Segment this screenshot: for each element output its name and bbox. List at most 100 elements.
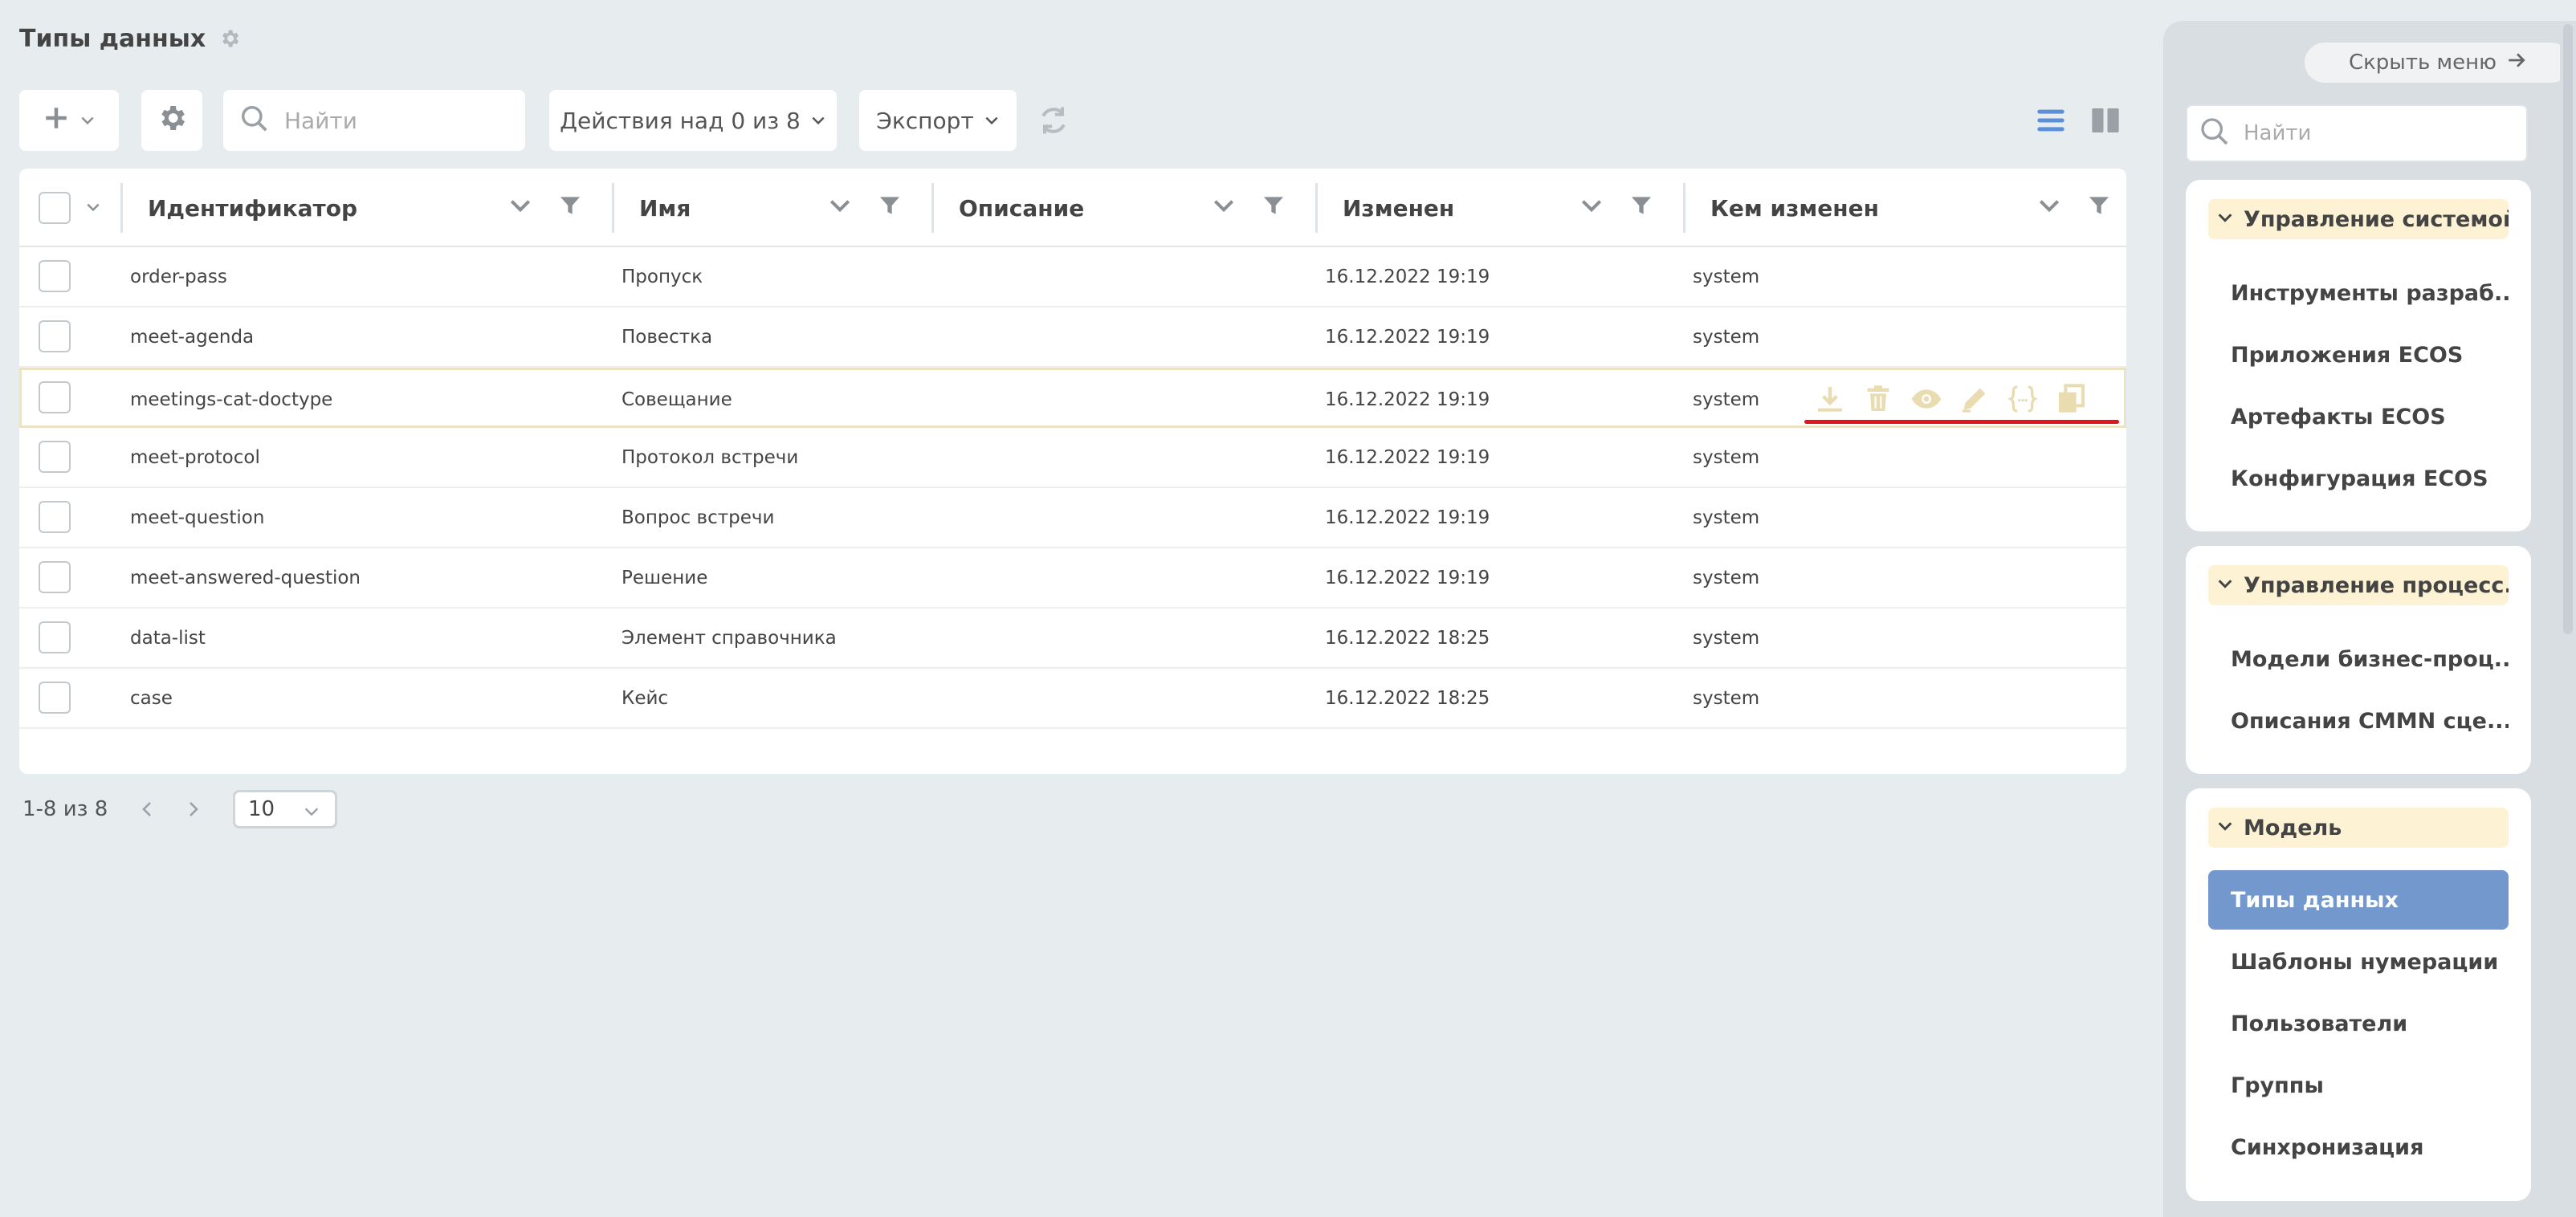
search-icon <box>2199 116 2231 151</box>
settings-gear-icon[interactable] <box>218 27 241 50</box>
select-menu-chevron-icon[interactable] <box>85 199 101 218</box>
row-checkbox[interactable] <box>39 320 71 352</box>
cell-modified: 16.12.2022 19:19 <box>1325 326 1490 348</box>
sort-chevron-icon[interactable] <box>1579 193 1604 222</box>
search-field[interactable] <box>223 90 525 151</box>
cell-id: meet-answered-question <box>130 567 361 588</box>
sidebar-item-dev-tools[interactable]: Инструменты разраб... <box>2208 263 2509 323</box>
filter-icon[interactable] <box>1628 193 1654 222</box>
cell-name: Протокол встречи <box>622 446 799 468</box>
scrollbar-thumb[interactable] <box>2563 24 2573 634</box>
cell-name: Элемент справочника <box>622 627 837 649</box>
filter-icon[interactable] <box>1261 193 1286 222</box>
export-button[interactable]: Экспорт <box>859 90 1017 151</box>
row-checkbox[interactable] <box>39 621 71 653</box>
table-settings-button[interactable] <box>141 90 202 151</box>
column-header-id[interactable]: Идентификатор <box>148 169 357 247</box>
pencil-icon[interactable] <box>1958 383 1991 415</box>
row-checkbox[interactable] <box>39 682 71 714</box>
row-checkbox[interactable] <box>39 381 71 413</box>
column-header-name[interactable]: Имя <box>639 169 691 247</box>
filter-icon[interactable] <box>557 193 583 222</box>
table-header: Идентификатор Имя Описание Изменен Кем и… <box>19 169 2126 247</box>
preview-view-icon[interactable] <box>2089 104 2122 136</box>
group-actions-button[interactable]: Действия над 0 из 8 <box>549 90 837 151</box>
next-page-icon[interactable] <box>183 800 202 822</box>
cell-modified-by: system <box>1693 627 1760 649</box>
trash-icon[interactable] <box>1862 383 1894 415</box>
sidebar-group-title: Управление процесс... <box>2244 572 2509 598</box>
sort-chevron-icon[interactable] <box>507 193 533 222</box>
cell-name: Пропуск <box>622 266 703 287</box>
row-checkbox[interactable] <box>39 441 71 473</box>
row-checkbox[interactable] <box>39 561 71 593</box>
table-row[interactable]: meet-protocol Протокол встречи 16.12.202… <box>19 428 2126 488</box>
cell-modified-by: system <box>1693 266 1760 287</box>
hide-menu-button[interactable]: Скрыть меню <box>2305 43 2571 83</box>
sidebar-item-users[interactable]: Пользователи <box>2208 994 2509 1053</box>
table-row[interactable]: meet-agenda Повестка 16.12.2022 19:19 sy… <box>19 307 2126 368</box>
sidebar-scrollbar[interactable] <box>2560 21 2576 1217</box>
data-types-table: Идентификатор Имя Описание Изменен Кем и… <box>19 169 2126 774</box>
cell-modified: 16.12.2022 18:25 <box>1325 687 1490 709</box>
column-label: Имя <box>639 194 691 222</box>
cell-modified: 16.12.2022 19:19 <box>1325 266 1490 287</box>
cell-id: data-list <box>130 627 206 649</box>
json-braces-icon[interactable] <box>2007 383 2039 415</box>
create-button[interactable] <box>19 90 119 151</box>
column-header-modified-by[interactable]: Кем изменен <box>1710 169 1879 247</box>
column-header-modified[interactable]: Изменен <box>1343 169 1454 247</box>
sidebar-item-cmmn[interactable]: Описания CMMN сце... <box>2208 691 2509 751</box>
sidebar-search-field[interactable] <box>2186 104 2528 162</box>
column-controls <box>1211 193 1286 222</box>
cell-modified: 16.12.2022 18:25 <box>1325 627 1490 649</box>
list-view-icon[interactable] <box>2035 104 2067 136</box>
sidebar-item-ecos-config[interactable]: Конфигурация ECOS <box>2208 449 2509 508</box>
sidebar-item-sync[interactable]: Синхронизация <box>2208 1117 2509 1177</box>
page-size-select[interactable]: 10 <box>233 790 337 828</box>
chevron-down-icon <box>810 108 826 134</box>
row-checkbox[interactable] <box>39 260 71 292</box>
table-row[interactable]: case Кейс 16.12.2022 18:25 system <box>19 669 2126 729</box>
copy-icon[interactable] <box>2055 383 2087 415</box>
row-checkbox[interactable] <box>39 501 71 533</box>
page-title: Типы данных <box>19 24 206 53</box>
sidebar-item-bpm-models[interactable]: Модели бизнес-проц... <box>2208 629 2509 689</box>
column-header-description[interactable]: Описание <box>959 169 1084 247</box>
chevron-down-icon <box>2216 207 2234 232</box>
cell-id: meetings-cat-doctype <box>130 389 333 410</box>
sort-chevron-icon[interactable] <box>1211 193 1237 222</box>
table-row[interactable]: meet-answered-question Решение 16.12.202… <box>19 548 2126 608</box>
sidebar-item-data-types[interactable]: Типы данных <box>2208 870 2509 930</box>
table-row[interactable]: order-pass Пропуск 16.12.2022 19:19 syst… <box>19 247 2126 307</box>
refresh-icon[interactable] <box>1036 103 1071 138</box>
sidebar-item-numbering-templates[interactable]: Шаблоны нумерации <box>2208 932 2509 991</box>
eye-icon[interactable] <box>1910 383 1942 415</box>
hide-menu-label: Скрыть меню <box>2348 51 2497 75</box>
sidebar-item-groups[interactable]: Группы <box>2208 1056 2509 1115</box>
sidebar-group-header[interactable]: Управление системой <box>2208 199 2509 239</box>
sidebar-item-ecos-artifacts[interactable]: Артефакты ECOS <box>2208 387 2509 446</box>
table-row[interactable]: meet-question Вопрос встречи 16.12.2022 … <box>19 488 2126 548</box>
sidebar-item-ecos-apps[interactable]: Приложения ECOS <box>2208 325 2509 385</box>
table-row-hovered[interactable]: meetings-cat-doctype Совещание 16.12.202… <box>19 368 2126 428</box>
filter-icon[interactable] <box>877 193 903 222</box>
sidebar-search-input[interactable] <box>2244 121 2517 145</box>
sidebar-group-header[interactable]: Модель <box>2208 808 2509 848</box>
search-input[interactable] <box>284 107 509 134</box>
sort-chevron-icon[interactable] <box>2036 193 2062 222</box>
sort-chevron-icon[interactable] <box>827 193 853 222</box>
prev-page-icon[interactable] <box>138 800 157 822</box>
download-icon[interactable] <box>1814 383 1846 415</box>
cell-modified-by: system <box>1693 389 1760 410</box>
sidebar-group-header[interactable]: Управление процесс... <box>2208 565 2509 605</box>
select-all-checkbox[interactable] <box>39 192 71 224</box>
cell-name: Совещание <box>622 389 732 410</box>
page-header: Типы данных <box>19 21 241 56</box>
chevron-down-icon <box>303 802 320 826</box>
filter-icon[interactable] <box>2086 193 2112 222</box>
table-row[interactable]: data-list Элемент справочника 16.12.2022… <box>19 608 2126 669</box>
cell-modified-by: system <box>1693 567 1760 588</box>
cell-name: Кейс <box>622 687 669 709</box>
chevron-down-icon <box>984 108 1000 134</box>
